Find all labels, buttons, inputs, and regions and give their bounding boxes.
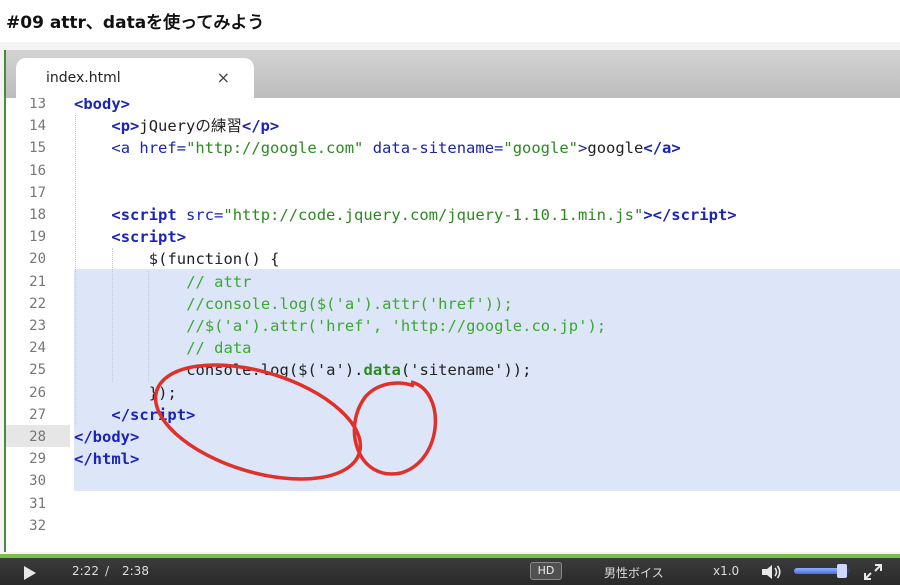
code-editor[interactable]: 13 <body> 14 <p>jQueryの練習</p> 15 <a href="htt… (6, 98, 900, 552)
code-line: 16 (6, 160, 900, 182)
tab-index-html[interactable]: index.html × (16, 58, 254, 98)
code-text: //console.log($('a').attr('href')); (186, 294, 513, 313)
code-line: 25 console.log($('a').data('sitename')); (6, 359, 900, 381)
video-controls: 2:22 / 2:38 HD 男性ボイス x1.0 (0, 554, 900, 585)
code-text: <p>jQueryの練習</p> (111, 117, 280, 136)
code-line: 17 (6, 182, 900, 204)
code-text: console.log($('a').data('sitename')); (186, 361, 532, 380)
line-number: 28 (29, 429, 46, 445)
line-number: 14 (29, 118, 46, 135)
line-number: 16 (29, 162, 46, 179)
code-line: 28 </body> (6, 426, 900, 448)
line-number: 17 (29, 184, 46, 201)
code-line: 32 (6, 515, 900, 537)
code-text: // data (186, 339, 252, 358)
speed-selector[interactable]: x1.0 (713, 564, 739, 578)
code-text: }); (148, 383, 177, 402)
line-number: 20 (29, 251, 46, 268)
line-number: 24 (29, 340, 46, 357)
line-number: 19 (29, 229, 46, 246)
line-number: 15 (29, 140, 46, 157)
code-text: </script> (111, 405, 196, 424)
code-line: 15 <a href="http://google.com" data-siten… (6, 137, 900, 159)
code-line: 30 (6, 470, 900, 492)
line-number: 29 (29, 451, 46, 468)
code-line: 29 </html> (6, 448, 900, 470)
tab-title: index.html (46, 70, 121, 86)
volume-knob[interactable] (836, 564, 847, 578)
code-line: 26}); (6, 382, 900, 404)
code-text: <a href="http://google.com" data-sitenam… (111, 139, 681, 158)
line-number: 22 (29, 295, 46, 312)
code-line: 21 // attr (6, 271, 900, 293)
line-number: 25 (29, 362, 46, 379)
code-line: 22 //console.log($('a').attr('href')); (6, 293, 900, 315)
current-time: 2:22 (72, 564, 99, 578)
line-number: 31 (29, 495, 46, 512)
tab-close-icon[interactable]: × (217, 68, 230, 87)
code-text: //$('a').attr('href', 'http://google.co.… (186, 317, 607, 335)
code-text: </body> (74, 428, 140, 446)
page-title: #09 attr、dataを使ってみよう (6, 13, 265, 33)
hd-button[interactable]: HD (530, 562, 562, 580)
volume-slider[interactable] (794, 564, 850, 578)
code-line: 23 //$('a').attr('href', 'http://google.c… (6, 315, 900, 337)
line-number: 13 (29, 98, 46, 112)
code-line: 27 </script> (6, 404, 900, 426)
line-number: 32 (29, 517, 46, 534)
code-text: $(function() { (148, 250, 280, 269)
voice-selector[interactable]: 男性ボイス (604, 564, 664, 581)
line-number: 26 (29, 384, 46, 401)
code-text: <script src="http://code.jquery.com/jque… (111, 206, 737, 224)
editor-window: index.html × 13 <body> 14 <p>jQueryの練習</p> 1… (4, 50, 900, 552)
line-number: 21 (29, 273, 46, 290)
volume-icon[interactable] (760, 563, 782, 581)
line-number: 18 (29, 207, 46, 223)
line-number: 30 (29, 473, 46, 490)
code-line: 19 <script> (6, 226, 900, 248)
volume-fill (794, 568, 842, 574)
tab-bar: index.html × (6, 50, 900, 98)
fullscreen-icon[interactable] (862, 562, 884, 582)
duration: 2:38 (122, 564, 149, 578)
code-text: </html> (74, 450, 140, 469)
line-number: 27 (29, 406, 46, 423)
code-line: 13 <body> (6, 98, 900, 115)
code-line: 31 (6, 493, 900, 515)
code-line: 14 <p>jQueryの練習</p> (6, 115, 900, 137)
code-line: 18 <script src="http://code.jquery.com/jq… (6, 204, 900, 226)
code-text: <script> (111, 228, 187, 247)
video-player: index.html × 13 <body> 14 <p>jQueryの練習</p> 1… (0, 42, 900, 585)
code-line: 20 $(function() { (6, 248, 900, 270)
play-icon[interactable] (24, 566, 36, 580)
code-text: // attr (186, 272, 252, 291)
code-text: <body> (74, 98, 130, 113)
code-line: 24 // data (6, 337, 900, 359)
time-separator: / (105, 564, 110, 578)
line-number: 23 (29, 318, 46, 334)
